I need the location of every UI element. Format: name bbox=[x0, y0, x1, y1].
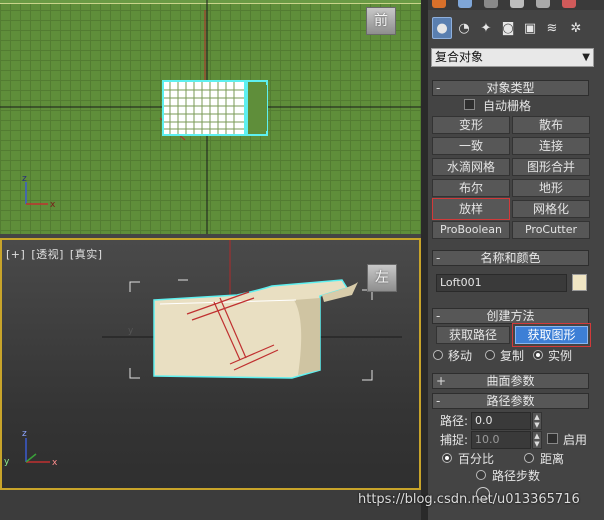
creation-method-title: 创建方法 bbox=[486, 309, 535, 323]
command-panel: ● ◔ ✦ ◙ ▣ ≋ ✲ 复合对象 ▼ - 对象类型 自动栅格 变形 散布 一… bbox=[428, 0, 604, 520]
path-params-title: 路径参数 bbox=[486, 394, 535, 408]
percentage-label: 百分比 bbox=[458, 452, 495, 466]
perspective-viewport[interactable]: [+] [透视] [真实] y z y x 左 bbox=[0, 238, 421, 490]
object-category-value: 复合对象 bbox=[435, 50, 484, 64]
get-path-button[interactable]: 获取路径 bbox=[436, 326, 510, 344]
persp-y-label: y bbox=[128, 326, 134, 336]
viewport-panel-divider[interactable] bbox=[421, 0, 428, 520]
loft-object-perspective[interactable] bbox=[153, 279, 358, 379]
path-params-rollout-header[interactable]: - 路径参数 bbox=[432, 393, 589, 409]
object-type-title: 对象类型 bbox=[486, 81, 535, 95]
chevron-down-icon: ▼ bbox=[582, 52, 590, 63]
lights-icon[interactable]: ✦ bbox=[476, 17, 496, 39]
front-viewport-scene[interactable]: z x bbox=[0, 0, 421, 234]
surface-params-title: 曲面参数 bbox=[486, 374, 535, 388]
name-color-rollout-header[interactable]: - 名称和颜色 bbox=[432, 250, 589, 266]
command-panel-tabs bbox=[428, 0, 604, 10]
path-steps-label: 路径步数 bbox=[492, 469, 541, 483]
object-type-rollout-header[interactable]: - 对象类型 bbox=[432, 80, 589, 96]
autogrid-label: 自动栅格 bbox=[483, 99, 532, 113]
display-tab-icon[interactable] bbox=[536, 0, 550, 8]
path-value-field[interactable]: 0.0 bbox=[471, 412, 531, 430]
instance-label: 实例 bbox=[548, 349, 573, 363]
loft-object-front[interactable] bbox=[162, 80, 268, 136]
utilities-tab-icon[interactable] bbox=[562, 0, 576, 8]
collapse-minus-icon: - bbox=[436, 394, 441, 408]
svg-text:z: z bbox=[22, 429, 27, 439]
procutter-button[interactable]: ProCutter bbox=[512, 221, 590, 239]
mesher-button[interactable]: 网格化 bbox=[512, 200, 590, 218]
object-name-field[interactable]: Loft001 bbox=[436, 274, 567, 292]
conform-button[interactable]: 一致 bbox=[432, 137, 510, 155]
blobmesh-button[interactable]: 水滴网格 bbox=[432, 158, 510, 176]
snap-spinner[interactable]: ▲ ▼ bbox=[532, 431, 542, 449]
geometry-icon[interactable]: ● bbox=[432, 17, 452, 39]
viewcube-perspective[interactable]: 左 bbox=[367, 264, 397, 292]
connect-button[interactable]: 连接 bbox=[512, 137, 590, 155]
svg-text:z: z bbox=[22, 174, 27, 184]
snap-value-field[interactable]: 10.0 bbox=[471, 431, 531, 449]
hierarchy-tab-icon[interactable] bbox=[484, 0, 498, 8]
path-steps-radio[interactable] bbox=[476, 470, 486, 480]
front-viewport[interactable]: z x 前 bbox=[0, 0, 421, 234]
path-label: 路径: bbox=[440, 414, 469, 428]
svg-text:x: x bbox=[50, 200, 56, 210]
loft-button[interactable]: 放样 bbox=[432, 198, 510, 220]
collapse-minus-icon: - bbox=[436, 251, 441, 265]
create-tab-icon[interactable] bbox=[432, 0, 446, 8]
scatter-button[interactable]: 散布 bbox=[512, 116, 590, 134]
shapemerge-button[interactable]: 图形合并 bbox=[512, 158, 590, 176]
distance-label: 距离 bbox=[540, 452, 565, 466]
motion-tab-icon[interactable] bbox=[510, 0, 524, 8]
modify-tab-icon[interactable] bbox=[458, 0, 472, 8]
axis-tripod-front: z x bbox=[22, 174, 56, 210]
get-shape-button[interactable]: 获取图形 bbox=[515, 326, 588, 344]
svg-text:x: x bbox=[52, 458, 58, 468]
collapse-minus-icon: - bbox=[436, 81, 441, 95]
expand-plus-icon: + bbox=[436, 374, 447, 388]
svg-text:y: y bbox=[4, 457, 10, 467]
space-warps-icon[interactable]: ≋ bbox=[542, 17, 562, 39]
systems-icon[interactable]: ✲ bbox=[566, 17, 586, 39]
move-label: 移动 bbox=[448, 349, 473, 363]
boolean-button[interactable]: 布尔 bbox=[432, 179, 510, 197]
name-color-title: 名称和颜色 bbox=[480, 251, 541, 265]
copy-label: 复制 bbox=[500, 349, 525, 363]
object-category-dropdown[interactable]: 复合对象 ▼ bbox=[431, 48, 594, 67]
distance-radio[interactable] bbox=[524, 453, 534, 463]
shapes-icon[interactable]: ◔ bbox=[454, 17, 474, 39]
object-category-icons: ● ◔ ✦ ◙ ▣ ≋ ✲ bbox=[432, 17, 600, 43]
surface-params-rollout-header[interactable]: + 曲面参数 bbox=[432, 373, 589, 389]
watermark-text: https://blog.csdn.net/u013365716 bbox=[358, 492, 580, 507]
percentage-radio[interactable] bbox=[442, 453, 452, 463]
collapse-minus-icon: - bbox=[436, 309, 441, 323]
enable-snap-checkbox[interactable] bbox=[547, 433, 558, 444]
axis-tripod-perspective: z y x bbox=[4, 429, 58, 468]
snap-label: 捕捉: bbox=[440, 433, 469, 447]
move-radio[interactable] bbox=[433, 350, 443, 360]
path-spinner[interactable]: ▲ ▼ bbox=[532, 412, 542, 430]
creation-method-rollout-header[interactable]: - 创建方法 bbox=[432, 308, 589, 324]
enable-snap-label: 启用 bbox=[563, 433, 588, 447]
autogrid-checkbox[interactable] bbox=[464, 99, 475, 110]
cameras-icon[interactable]: ◙ bbox=[498, 17, 518, 39]
proboolean-button[interactable]: ProBoolean bbox=[432, 221, 510, 239]
copy-radio[interactable] bbox=[485, 350, 495, 360]
helpers-icon[interactable]: ▣ bbox=[520, 17, 540, 39]
object-color-swatch[interactable] bbox=[572, 274, 587, 291]
instance-radio[interactable] bbox=[533, 350, 543, 360]
viewcube-front[interactable]: 前 bbox=[366, 7, 396, 35]
morph-button[interactable]: 变形 bbox=[432, 116, 510, 134]
terrain-button[interactable]: 地形 bbox=[512, 179, 590, 197]
perspective-viewport-scene[interactable]: y z y x bbox=[2, 240, 419, 488]
